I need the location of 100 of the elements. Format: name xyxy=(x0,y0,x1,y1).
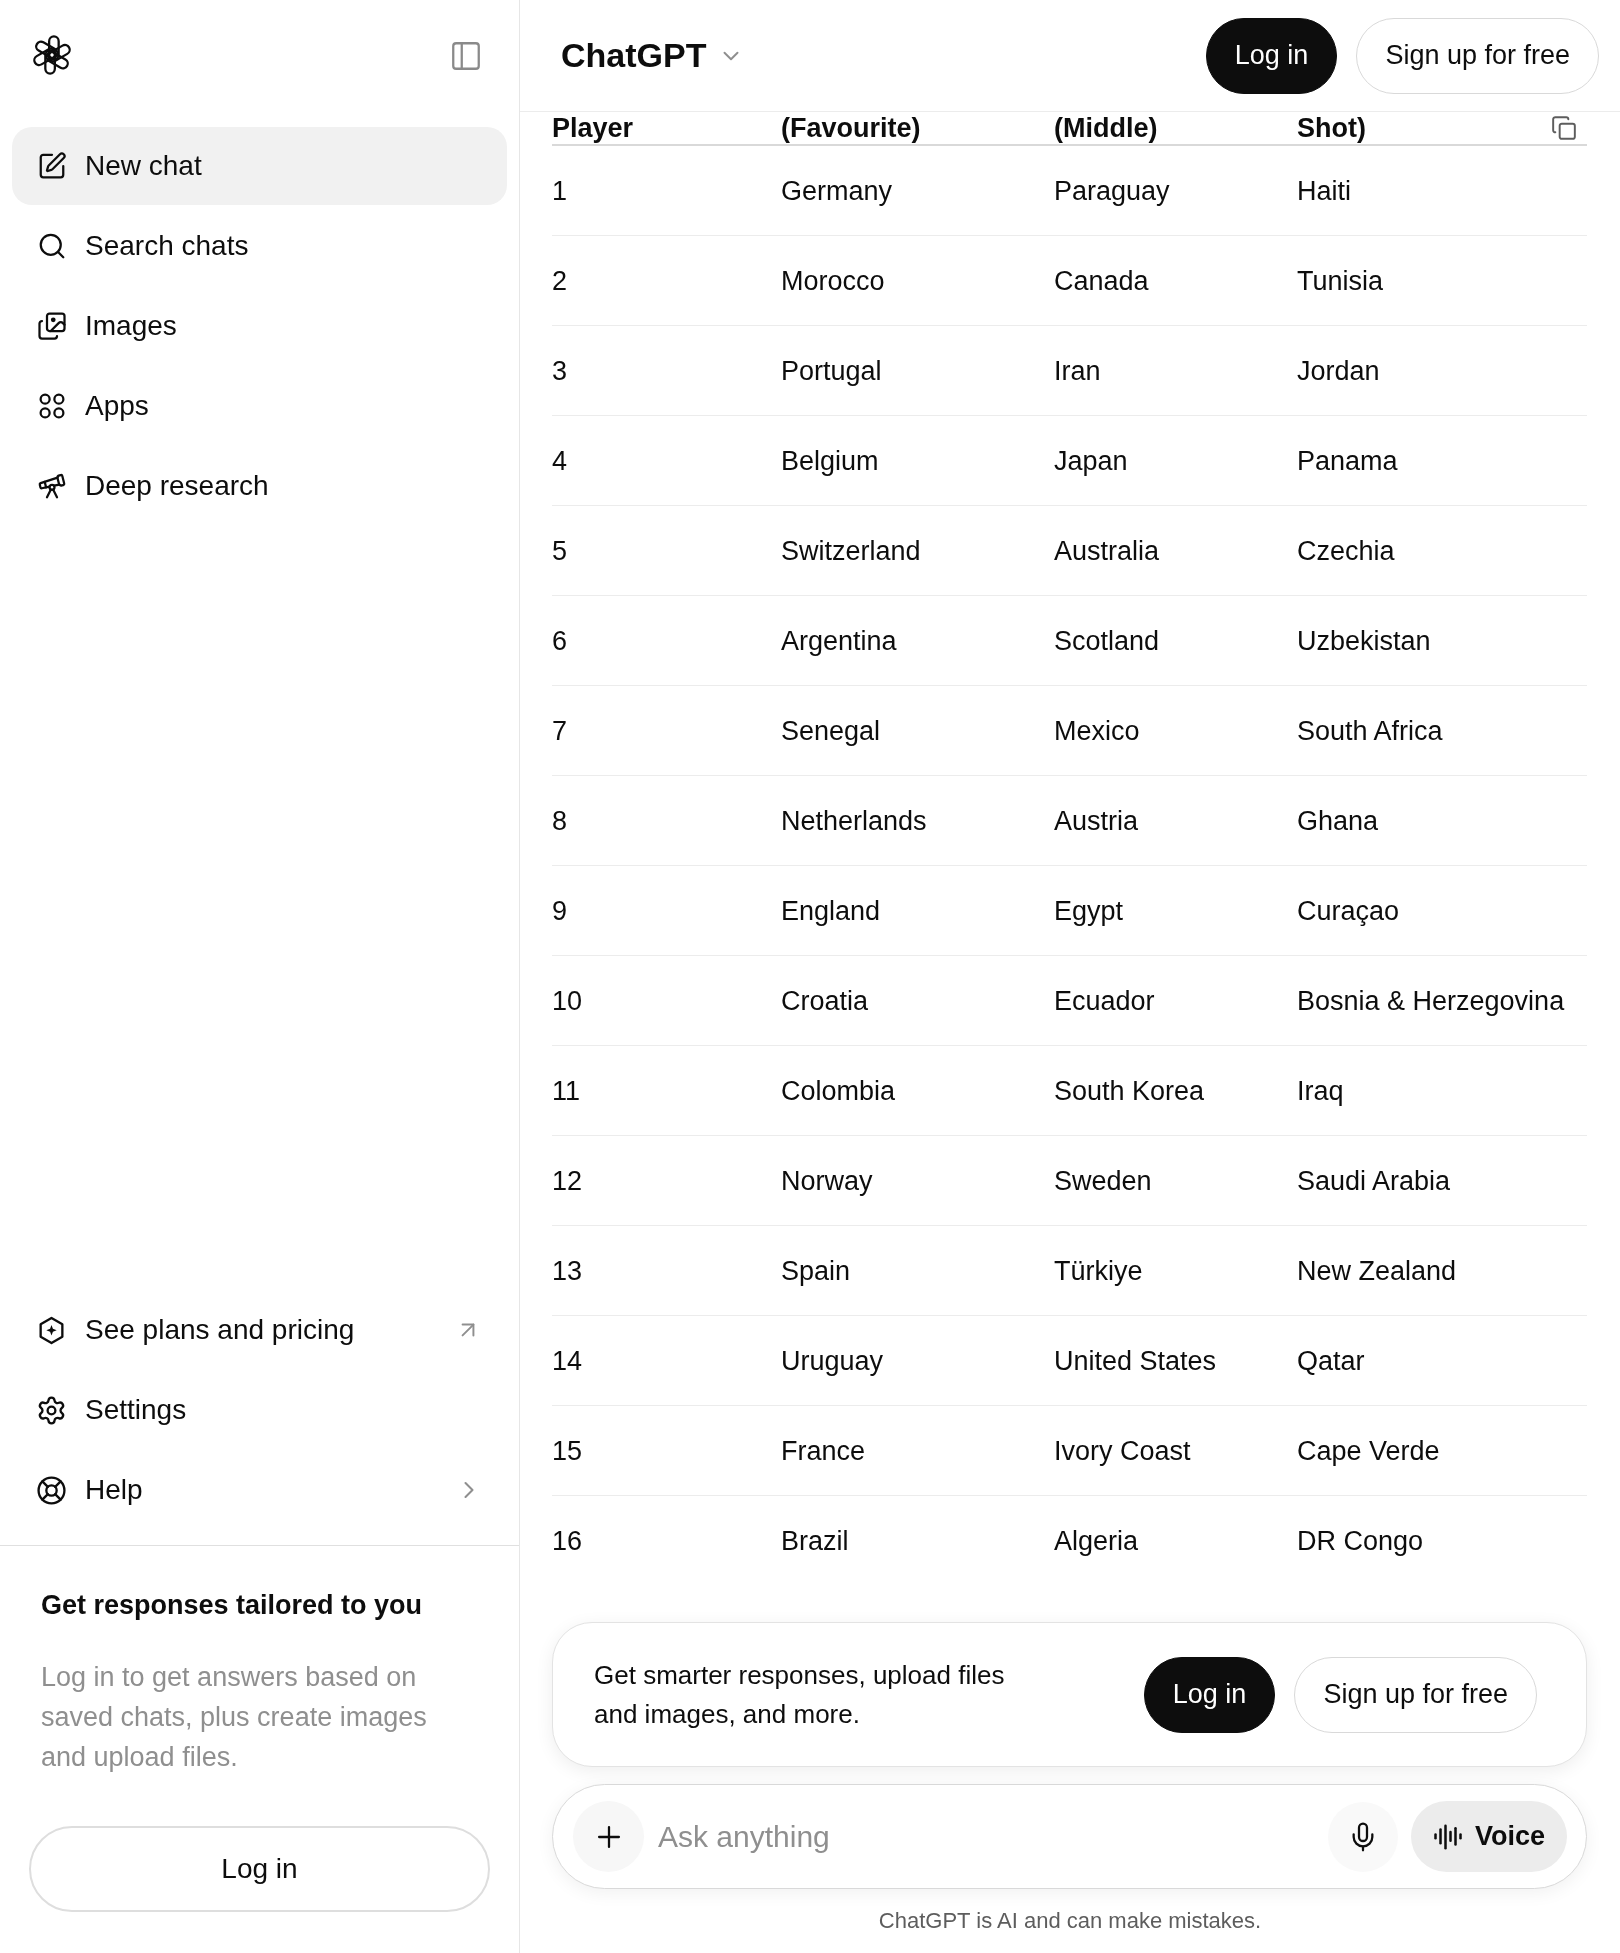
table-cell: Haiti xyxy=(1297,174,1351,207)
table-cell: Ivory Coast xyxy=(1054,1434,1191,1467)
table-cell: 5 xyxy=(552,534,568,567)
hexagon-sparkle-icon xyxy=(36,1314,67,1346)
composer-field[interactable]: Ask anything Voice xyxy=(552,1784,1587,1889)
voice-button[interactable]: Voice xyxy=(1410,1801,1567,1872)
table-cell: Argentina xyxy=(781,624,897,657)
table-cell: Portugal xyxy=(781,354,882,387)
login-button[interactable]: Log in xyxy=(29,1826,490,1912)
table-cell: Sweden xyxy=(1054,1164,1152,1197)
table-cell: Qatar xyxy=(1297,1344,1365,1377)
settings-icon xyxy=(36,1394,67,1426)
search-icon xyxy=(37,231,67,261)
table-cell: Uzbekistan xyxy=(1297,624,1431,657)
sidebar-toggle-icon[interactable] xyxy=(449,39,483,73)
lifebuoy-icon xyxy=(36,1474,67,1506)
table-cell: 4 xyxy=(552,444,568,477)
table-cell: South Korea xyxy=(1054,1074,1205,1107)
table-cell: Netherlands xyxy=(781,804,927,837)
table-cell: Scotland xyxy=(1054,624,1160,657)
column-header: Player xyxy=(552,113,634,143)
table-cell: Spain xyxy=(781,1254,851,1287)
table-cell: Austria xyxy=(1054,804,1139,837)
images-icon xyxy=(37,311,67,341)
table-cell: Türkiye xyxy=(1054,1254,1143,1287)
table-cell: Czechia xyxy=(1297,534,1395,567)
table-cell: Ecuador xyxy=(1054,984,1155,1017)
table-cell: 10 xyxy=(552,984,583,1017)
table-cell: Iran xyxy=(1054,354,1101,387)
table-cell: Jordan xyxy=(1297,354,1380,387)
signup-button[interactable]: Sign up for free xyxy=(1356,17,1599,94)
table-cell: Brazil xyxy=(781,1525,849,1557)
apps-icon xyxy=(37,391,67,421)
table-cell: Senegal xyxy=(781,714,881,747)
model-selector[interactable]: ChatGPT xyxy=(551,26,755,85)
table-cell: France xyxy=(781,1434,866,1467)
table-cell: Bosnia & Herzegovina xyxy=(1297,984,1565,1017)
table-cell: Uruguay xyxy=(781,1344,884,1377)
table-cell: Norway xyxy=(781,1164,873,1197)
table-cell: 9 xyxy=(552,894,568,927)
table-cell: Colombia xyxy=(781,1074,896,1107)
sidebar-item[interactable]: Search chats xyxy=(12,207,507,285)
sidebar-item[interactable]: Settings xyxy=(12,1371,507,1449)
copy-icon[interactable] xyxy=(1551,115,1577,141)
table-cell: 1 xyxy=(552,174,568,207)
table-cell: England xyxy=(781,894,881,927)
table-cell: South Africa xyxy=(1297,714,1443,747)
telescope-icon xyxy=(37,471,67,501)
table-cell: Croatia xyxy=(781,984,869,1017)
table-cell: 14 xyxy=(552,1344,583,1377)
table-cell: Tunisia xyxy=(1297,264,1384,297)
table-cell: Mexico xyxy=(1054,714,1140,747)
column-header: (Favourite) xyxy=(781,113,921,143)
table-cell: 7 xyxy=(552,714,568,747)
table-cell: Switzerland xyxy=(781,534,921,567)
sidebar-item[interactable]: Deep research xyxy=(12,447,507,525)
table-cell: Belgium xyxy=(781,444,879,477)
table-cell: 13 xyxy=(552,1254,583,1287)
logo-icon[interactable] xyxy=(32,35,72,75)
table-cell: Ghana xyxy=(1297,804,1379,837)
table-cell: New Zealand xyxy=(1297,1254,1457,1287)
table-cell: United States xyxy=(1054,1344,1217,1377)
sidebar-item[interactable]: See plans and pricing xyxy=(12,1291,507,1369)
table-cell: Saudi Arabia xyxy=(1297,1164,1451,1197)
table-cell: Morocco xyxy=(781,264,885,297)
column-header: (Middle) xyxy=(1054,113,1158,143)
table-cell: 12 xyxy=(552,1164,583,1197)
edit-icon xyxy=(37,151,67,181)
promo-text: Log in to get answers based on saved chats, plus create images and upload files. xyxy=(41,1661,428,1774)
table-cell: Curaçao xyxy=(1297,894,1400,927)
login-button[interactable]: Log in xyxy=(1143,1656,1276,1733)
sidebar-item[interactable]: New chat xyxy=(12,127,507,205)
table-cell: Paraguay xyxy=(1054,174,1170,207)
banner-text: Get smarter responses, upload files and images, and more. xyxy=(594,1658,1006,1731)
sidebar-item[interactable]: Help xyxy=(12,1451,507,1529)
table-cell: DR Congo xyxy=(1297,1525,1424,1557)
table-cell: Algeria xyxy=(1054,1525,1139,1557)
promo-title: Get responses tailored to you xyxy=(41,1589,423,1622)
table-cell: 2 xyxy=(552,264,568,297)
table-cell: Australia xyxy=(1054,534,1160,567)
sidebar-item[interactable]: Images xyxy=(12,287,507,365)
table-cell: Cape Verde xyxy=(1297,1434,1440,1467)
signup-button[interactable]: Sign up for free xyxy=(1294,1656,1537,1733)
login-button[interactable]: Log in xyxy=(1205,17,1338,94)
column-header: Shot) xyxy=(1297,113,1366,143)
table-cell: Japan xyxy=(1054,444,1128,477)
table-cell: Canada xyxy=(1054,264,1149,297)
disclaimer-text: ChatGPT is AI and can make mistakes. xyxy=(878,1907,1262,1935)
table-cell: 11 xyxy=(552,1074,581,1107)
sidebar-item[interactable]: Apps xyxy=(12,367,507,445)
table-cell: Iraq xyxy=(1297,1074,1344,1107)
table-cell: 8 xyxy=(552,804,568,837)
table-cell: 6 xyxy=(552,624,568,657)
table-cell: 15 xyxy=(552,1434,583,1467)
message-input[interactable]: Ask anything xyxy=(658,1806,1328,1867)
table-cell: 3 xyxy=(552,354,568,387)
table-cell: Germany xyxy=(781,174,893,207)
table-cell: 16 xyxy=(552,1525,583,1557)
table-cell: Egypt xyxy=(1054,894,1124,927)
table-cell: Panama xyxy=(1297,444,1398,477)
